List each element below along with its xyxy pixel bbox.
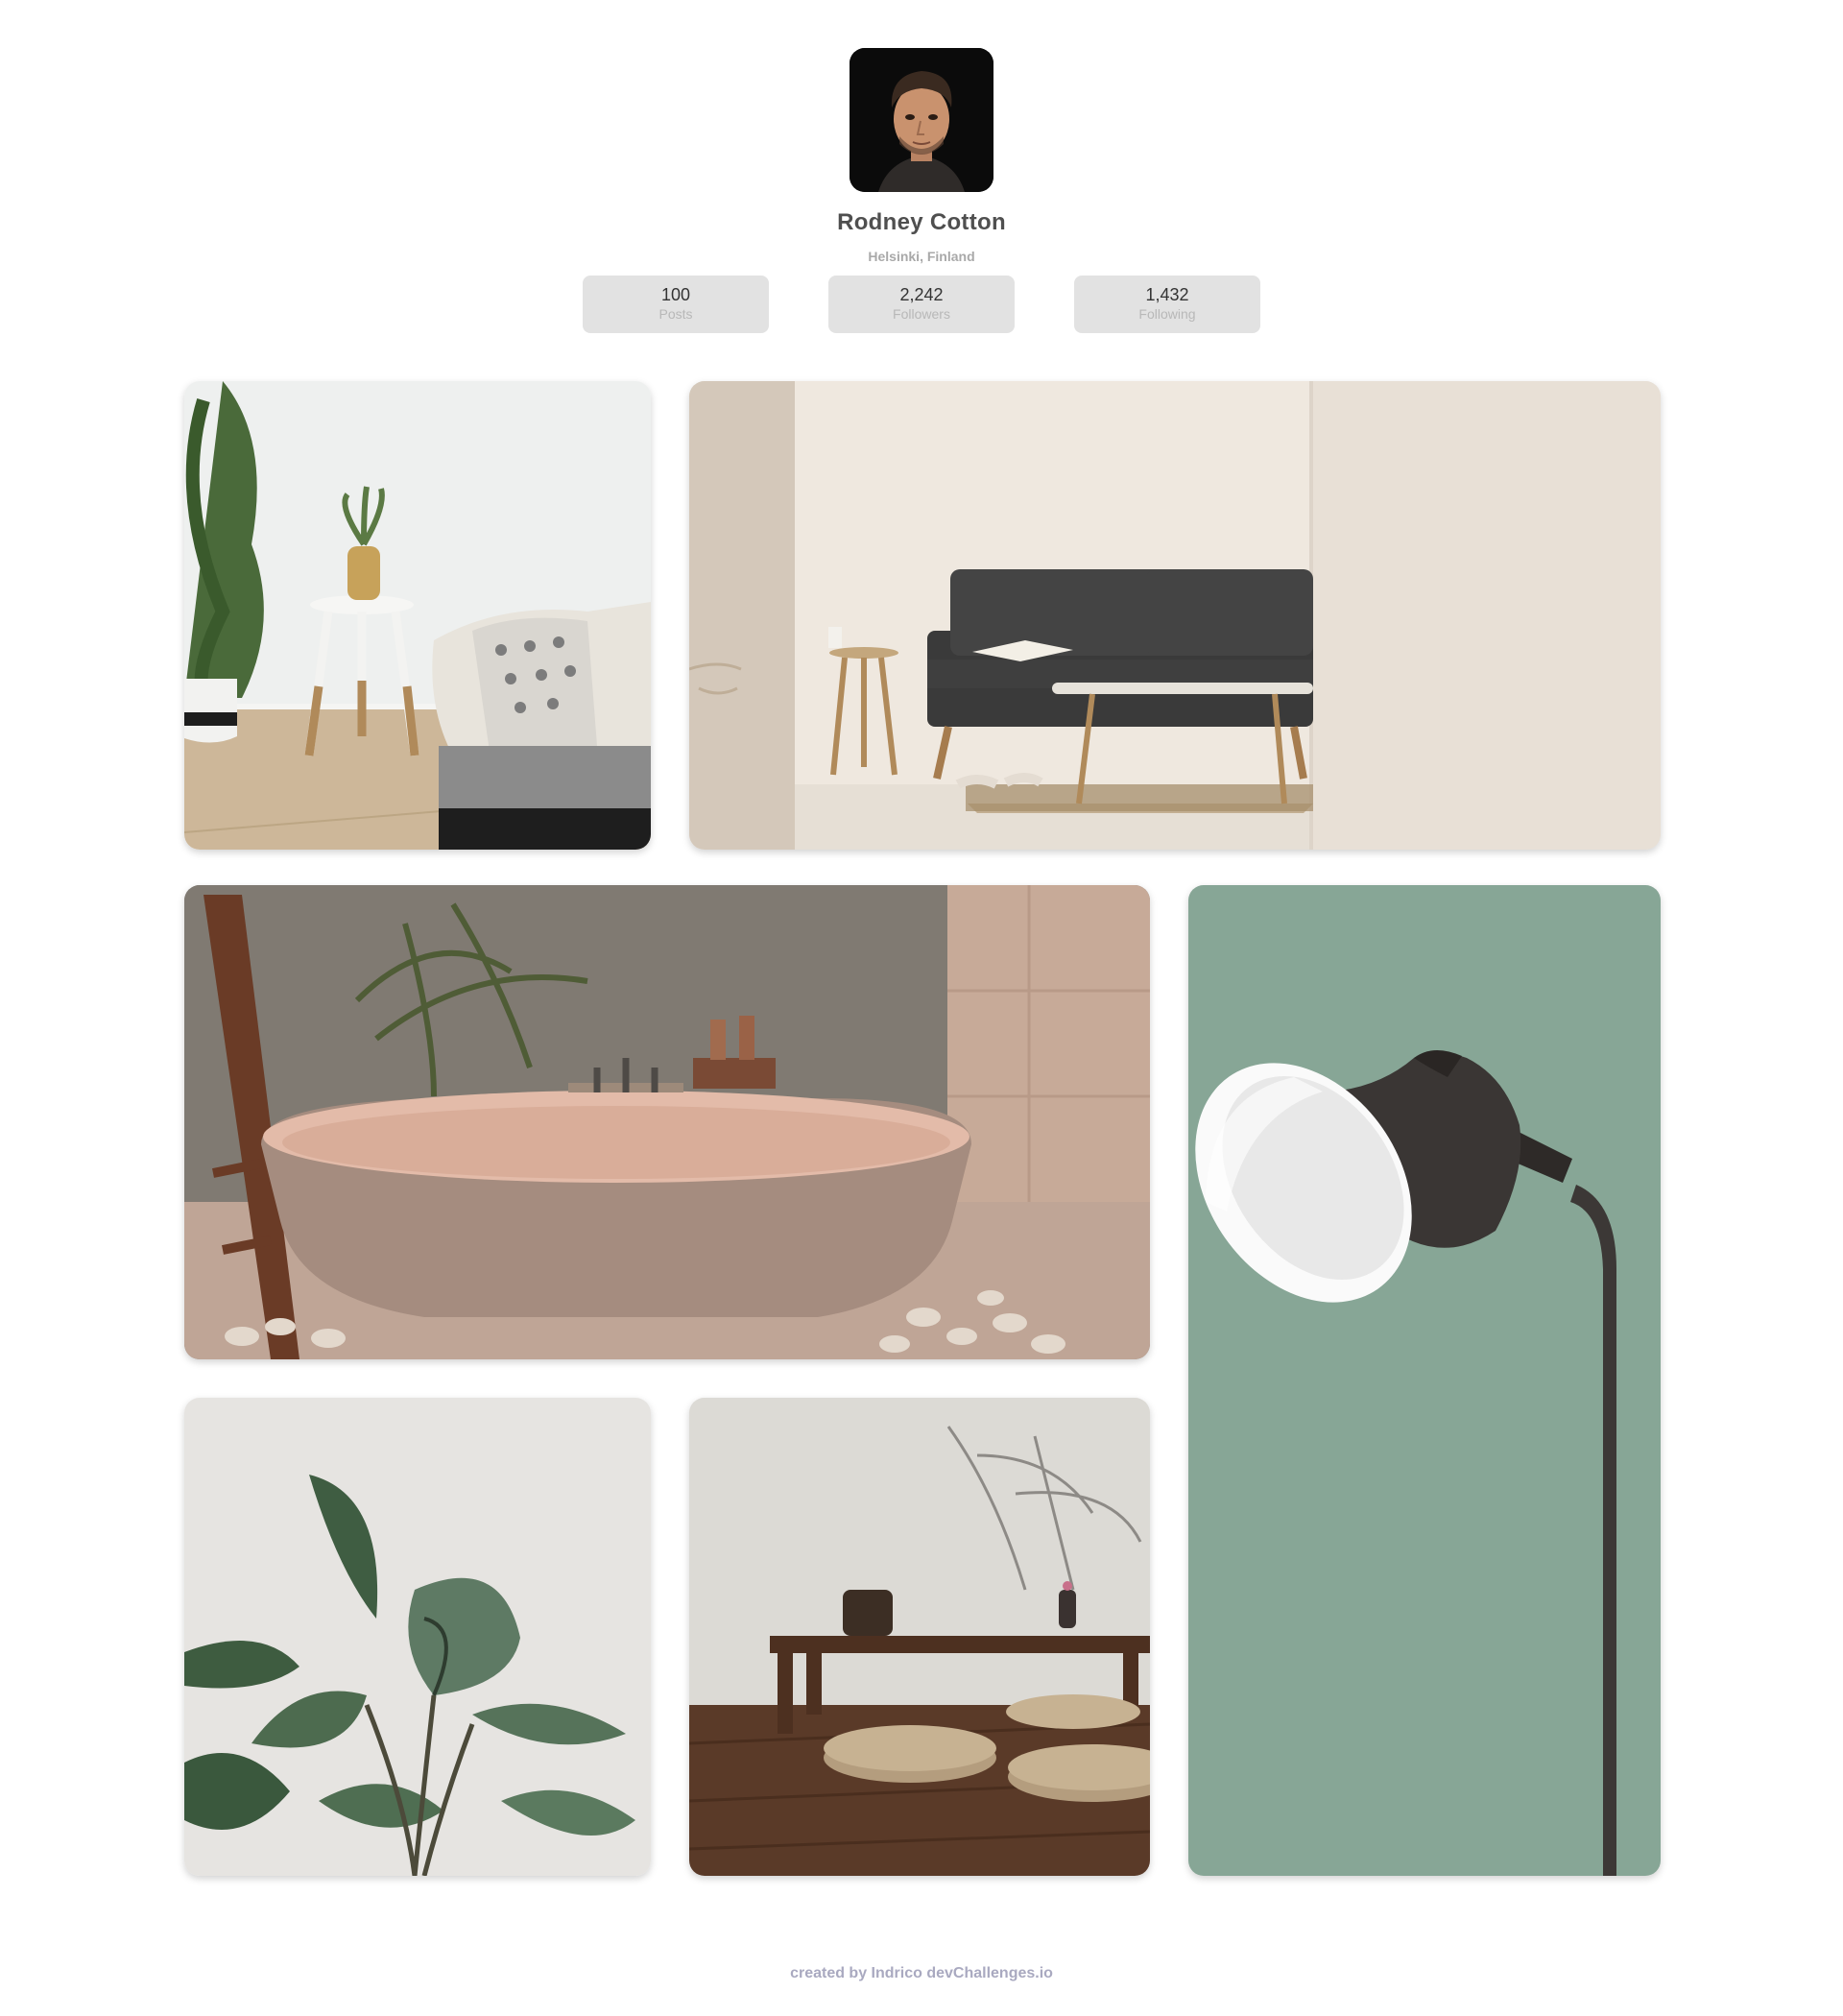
photo-bedroom[interactable] [184,381,651,850]
photo-plant[interactable] [184,1398,651,1876]
low-table-photo-icon [689,1398,1150,1876]
footer-credit: created by Indrico devChallenges.io [790,1965,1053,1981]
stat-posts[interactable]: 100 Posts [583,276,769,333]
photo-low-table[interactable] [689,1398,1150,1876]
stat-posts-value: 100 [660,285,691,304]
stat-following-value: 1,432 [1145,285,1189,304]
profile-header: Rodney Cotton Helsinki, Finland 100 Post… [0,0,1843,346]
photo-lamp[interactable] [1188,885,1661,1876]
stat-followers-label: Followers [893,306,950,322]
stat-following-label: Following [1138,306,1196,322]
living-room-photo-icon [689,381,1661,850]
profile-location: Helsinki, Finland [868,249,975,264]
bedroom-photo-icon [184,381,651,850]
stat-followers[interactable]: 2,242 Followers [828,276,1015,333]
stat-followers-value: 2,242 [899,285,944,304]
plant-photo-icon [184,1398,651,1876]
stat-following[interactable]: 1,432 Following [1074,276,1260,333]
photo-living-room[interactable] [689,381,1661,850]
profile-name: Rodney Cotton [837,209,1006,235]
photo-bathtub[interactable] [184,885,1150,1359]
person-portrait-icon [850,48,993,192]
lamp-photo-icon [1188,885,1661,1876]
avatar[interactable] [850,48,993,192]
stat-posts-label: Posts [658,306,693,322]
bathtub-photo-icon [184,885,1150,1359]
